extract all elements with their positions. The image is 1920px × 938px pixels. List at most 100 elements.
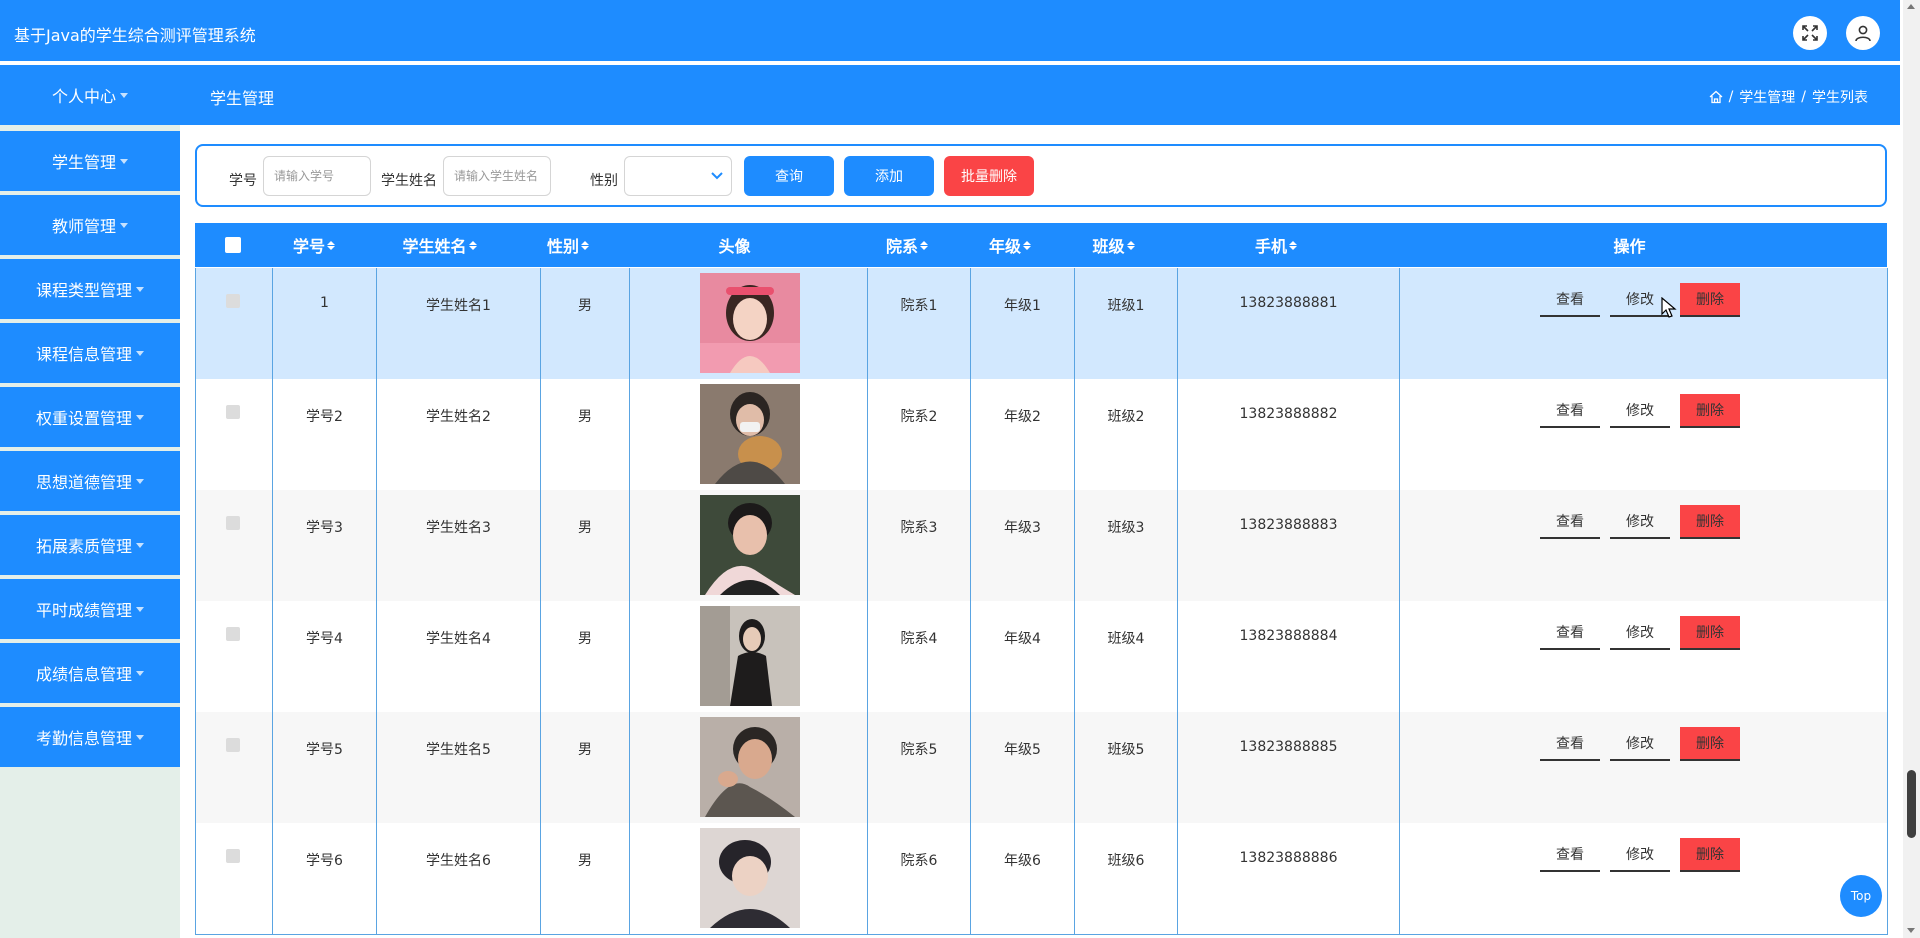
- edit-button[interactable]: 修改: [1610, 838, 1670, 872]
- gender-select[interactable]: [624, 156, 732, 196]
- avatar[interactable]: [700, 828, 800, 928]
- view-button[interactable]: 查看: [1540, 727, 1600, 761]
- avatar-cell: [630, 712, 868, 823]
- sidebar-item-course-type[interactable]: 课程类型管理: [0, 259, 180, 319]
- view-button[interactable]: 查看: [1540, 616, 1600, 650]
- department-cell: 院系2: [868, 379, 971, 490]
- caret-down-icon: [136, 478, 144, 484]
- row-checkbox[interactable]: [226, 294, 240, 308]
- row-checkbox[interactable]: [226, 405, 240, 419]
- sidebar-item-teacher[interactable]: 教师管理: [0, 195, 180, 255]
- column-header-phone[interactable]: 手机: [1165, 223, 1387, 267]
- avatar[interactable]: [700, 495, 800, 595]
- page-scrollbar[interactable]: [1903, 0, 1920, 938]
- checkbox-cell: [196, 823, 273, 934]
- view-button[interactable]: 查看: [1540, 838, 1600, 872]
- edit-button[interactable]: 修改: [1610, 394, 1670, 428]
- grade-text: 年级3: [1004, 520, 1041, 536]
- checkbox-cell: [196, 490, 273, 601]
- class-cell: 班级2: [1075, 379, 1178, 490]
- sidebar-item-weight-settings[interactable]: 权重设置管理: [0, 387, 180, 447]
- student-no-input[interactable]: [263, 156, 371, 196]
- user-icon: [1855, 25, 1871, 42]
- sidebar-item-label: 考勤信息管理: [35, 729, 132, 748]
- sidebar-item-moral[interactable]: 思想道德管理: [0, 451, 180, 511]
- user-menu-button[interactable]: [1846, 16, 1880, 50]
- edit-button[interactable]: 修改: [1610, 505, 1670, 539]
- nav-item-personal-center[interactable]: 个人中心: [0, 65, 180, 125]
- edit-button[interactable]: 修改: [1610, 616, 1670, 650]
- student-no-cell: 学号6: [273, 823, 377, 934]
- caret-down-icon: [136, 606, 144, 612]
- scrollbar-thumb[interactable]: [1907, 770, 1916, 838]
- class-cell: 班级1: [1075, 268, 1178, 379]
- back-to-top-button[interactable]: Top: [1840, 875, 1882, 917]
- sidebar-item-student[interactable]: 学生管理: [0, 131, 180, 191]
- gender-text: 男: [578, 298, 592, 314]
- delete-button[interactable]: 删除: [1680, 616, 1740, 650]
- edit-button[interactable]: 修改: [1610, 727, 1670, 761]
- student-name-text: 学生姓名5: [426, 742, 491, 758]
- breadcrumb-student-management[interactable]: 学生管理: [1739, 87, 1795, 107]
- column-header-grade[interactable]: 年级: [958, 223, 1062, 267]
- student-name-text: 学生姓名6: [426, 853, 491, 869]
- view-button[interactable]: 查看: [1540, 283, 1600, 317]
- delete-button[interactable]: 删除: [1680, 838, 1740, 872]
- phone-cell: 13823888882: [1178, 379, 1400, 490]
- home-icon[interactable]: [1709, 90, 1723, 104]
- table-row: 学号6 学生姓名6 男 院系6 年级6 班级6 13823888886 查看 修…: [195, 823, 1888, 935]
- delete-button[interactable]: 删除: [1680, 505, 1740, 539]
- caret-down-icon: [136, 542, 144, 548]
- query-button[interactable]: 查询: [744, 156, 834, 196]
- grade-cell: 年级3: [971, 490, 1075, 601]
- column-header-student-name[interactable]: 学生姓名: [356, 223, 523, 267]
- batch-delete-button[interactable]: 批量删除: [944, 156, 1034, 196]
- sidebar-item-course-info[interactable]: 课程信息管理: [0, 323, 180, 383]
- column-label: 操作: [1613, 237, 1646, 256]
- fullscreen-button[interactable]: [1793, 16, 1827, 50]
- gender-cell: 男: [541, 268, 630, 379]
- department-text: 院系1: [900, 298, 938, 314]
- sidebar-item-label: 学生管理: [51, 153, 116, 172]
- student-no-cell: 1: [273, 268, 377, 379]
- top-header: 基于Java的学生综合测评管理系统: [0, 0, 1900, 61]
- row-checkbox[interactable]: [226, 849, 240, 863]
- sidebar-item-extended-quality[interactable]: 拓展素质管理: [0, 515, 180, 575]
- avatar[interactable]: [700, 384, 800, 484]
- avatar[interactable]: [700, 717, 800, 817]
- phone-cell: 13823888883: [1178, 490, 1400, 601]
- checkbox-cell: [196, 601, 273, 712]
- sidebar-item-usual-scores[interactable]: 平时成绩管理: [0, 579, 180, 639]
- delete-button[interactable]: 删除: [1680, 283, 1740, 317]
- department-text: 院系6: [900, 853, 938, 869]
- sidebar-item-label: 拓展素质管理: [35, 537, 132, 556]
- sidebar-item-score-info[interactable]: 成绩信息管理: [0, 643, 180, 703]
- student-name-input[interactable]: [443, 156, 551, 196]
- student-name-cell: 学生姓名4: [377, 601, 541, 712]
- delete-button[interactable]: 删除: [1680, 394, 1740, 428]
- caret-down-icon: [136, 734, 144, 740]
- column-header-department[interactable]: 院系: [856, 223, 958, 267]
- gender-text: 男: [578, 742, 592, 758]
- avatar[interactable]: [700, 606, 800, 706]
- row-checkbox[interactable]: [226, 738, 240, 752]
- add-button[interactable]: 添加: [844, 156, 934, 196]
- delete-button[interactable]: 删除: [1680, 727, 1740, 761]
- department-cell: 院系6: [868, 823, 971, 934]
- select-all-checkbox[interactable]: [225, 237, 241, 253]
- row-checkbox[interactable]: [226, 516, 240, 530]
- phone-text: 13823888882: [1239, 406, 1338, 422]
- sidebar-item-attendance[interactable]: 考勤信息管理: [0, 707, 180, 767]
- column-header-class[interactable]: 班级: [1062, 223, 1165, 267]
- column-header-gender[interactable]: 性别: [523, 223, 613, 267]
- column-header-student-no[interactable]: 学号: [272, 223, 356, 267]
- phone-text: 13823888886: [1239, 850, 1338, 866]
- scroll-up-arrow-icon[interactable]: [1907, 4, 1915, 9]
- view-button[interactable]: 查看: [1540, 394, 1600, 428]
- breadcrumb: / 学生管理 / 学生列表: [1709, 87, 1868, 107]
- scroll-down-arrow-icon[interactable]: [1907, 928, 1915, 933]
- avatar[interactable]: [700, 273, 800, 373]
- view-button[interactable]: 查看: [1540, 505, 1600, 539]
- row-checkbox[interactable]: [226, 627, 240, 641]
- sidebar-item-label: 课程类型管理: [35, 281, 132, 300]
